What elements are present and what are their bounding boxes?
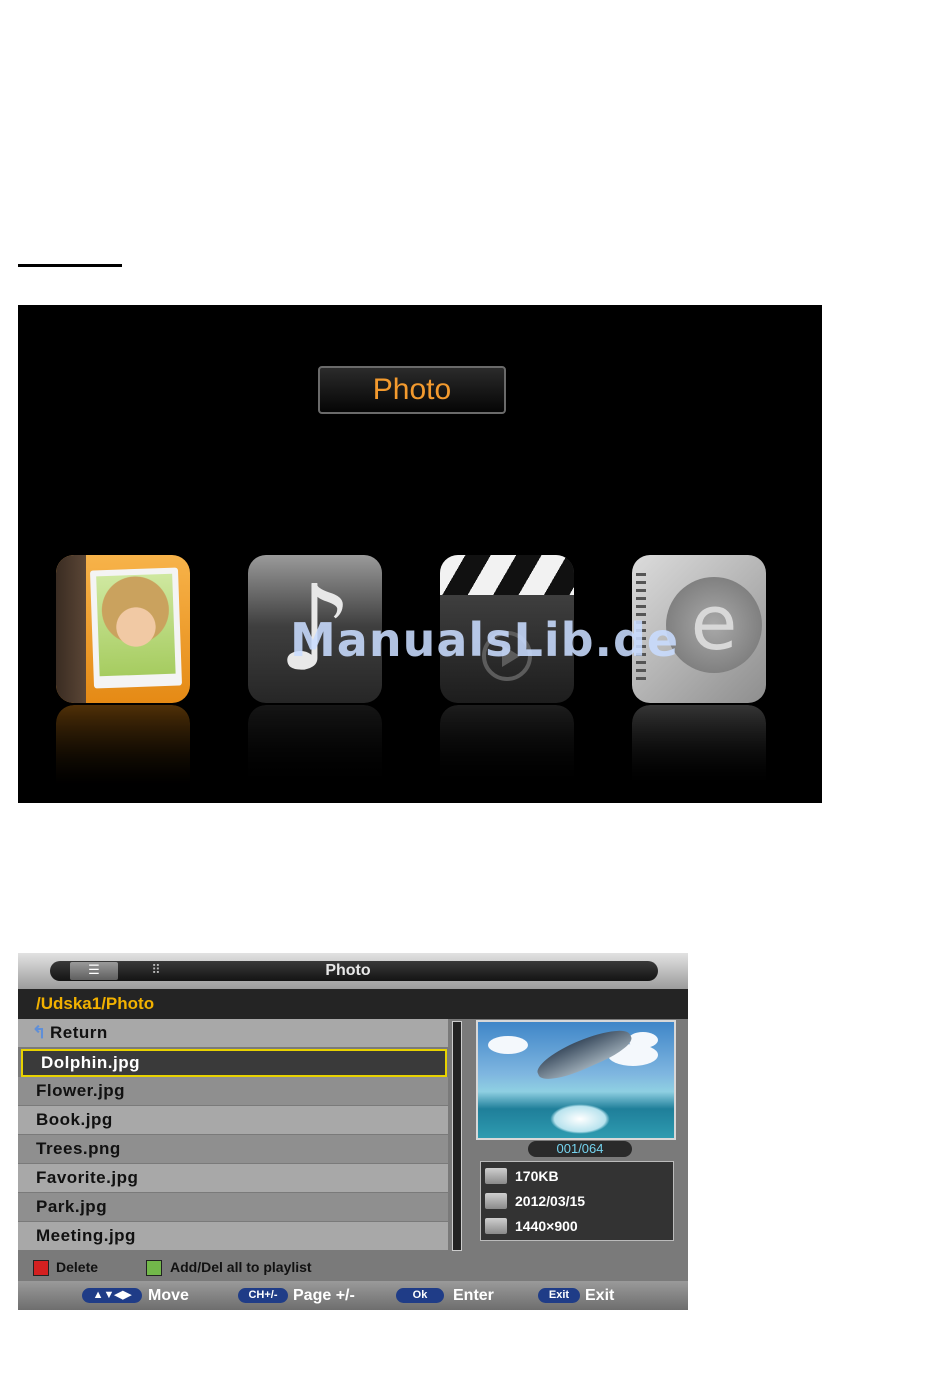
list-item[interactable]: Favorite.jpg (18, 1164, 448, 1192)
watermark: ManualsLib.de (290, 613, 680, 667)
photo-browser: ☰ ⠿ Photo /Udska1/Photo ↰ Return Dolphin.… (18, 953, 688, 1310)
help-exit: Exit (585, 1287, 615, 1304)
photo-preview (476, 1020, 676, 1140)
reflection-movie (440, 705, 574, 785)
ch-key-icon: CH+/- (238, 1288, 288, 1303)
child-photo-image (96, 573, 176, 677)
return-icon: ↰ (32, 1023, 47, 1042)
green-key-icon (146, 1260, 162, 1276)
file-info-panel: 170KB 2012/03/15 1440×900 (480, 1161, 674, 1241)
red-key-icon (33, 1260, 49, 1276)
info-resolution: 1440×900 (481, 1214, 673, 1238)
ebook-icon: e (666, 577, 762, 673)
color-key-legend: Delete Add/Del all to playlist (18, 1253, 688, 1281)
list-item[interactable]: Flower.jpg (18, 1077, 448, 1105)
info-size: 170KB (481, 1164, 673, 1188)
browser-title: Photo (325, 962, 371, 979)
help-page: Page +/- (293, 1287, 355, 1304)
section-underline (18, 264, 122, 267)
reflection-music (248, 705, 382, 785)
browser-header: ☰ ⠿ Photo (18, 953, 688, 989)
legend-playlist: Add/Del all to playlist (170, 1259, 312, 1275)
help-move: Move (148, 1287, 189, 1304)
photo-album-icon (56, 555, 86, 703)
date-icon (485, 1193, 507, 1209)
scrollbar[interactable] (452, 1021, 462, 1251)
current-path: /Udska1/Photo (18, 989, 688, 1019)
legend-delete: Delete (56, 1259, 99, 1275)
info-date: 2012/03/15 (481, 1189, 673, 1213)
reflection-ebook (632, 705, 766, 785)
list-item[interactable]: Book.jpg (18, 1106, 448, 1134)
file-size-icon (485, 1168, 507, 1184)
photo-counter: 001/064 (528, 1141, 632, 1157)
reflection-photo (56, 705, 190, 785)
resolution-icon (485, 1218, 507, 1234)
list-item[interactable]: Trees.png (18, 1135, 448, 1163)
clapperboard-icon (440, 555, 574, 595)
arrow-keys-icon: ▲▼◀▶ (82, 1288, 142, 1303)
key-help-bar: ▲▼◀▶ Move CH+/- Page +/- Ok Enter Exit E… (18, 1281, 688, 1310)
exit-key-icon: Exit (538, 1288, 580, 1303)
help-enter: Enter (453, 1287, 494, 1304)
menu-title: Photo (318, 366, 506, 414)
media-main-menu: Photo ♪ e (18, 305, 822, 803)
list-item-selected[interactable]: Dolphin.jpg (21, 1049, 447, 1077)
ok-key-icon: Ok (396, 1288, 444, 1303)
file-list: ↰ Return Dolphin.jpg Flower.jpg Book.jpg … (18, 1019, 450, 1251)
list-item[interactable]: Park.jpg (18, 1193, 448, 1221)
list-item-return[interactable]: ↰ Return (18, 1019, 448, 1047)
menu-item-photo[interactable] (56, 555, 190, 703)
list-item[interactable]: Meeting.jpg (18, 1222, 448, 1250)
